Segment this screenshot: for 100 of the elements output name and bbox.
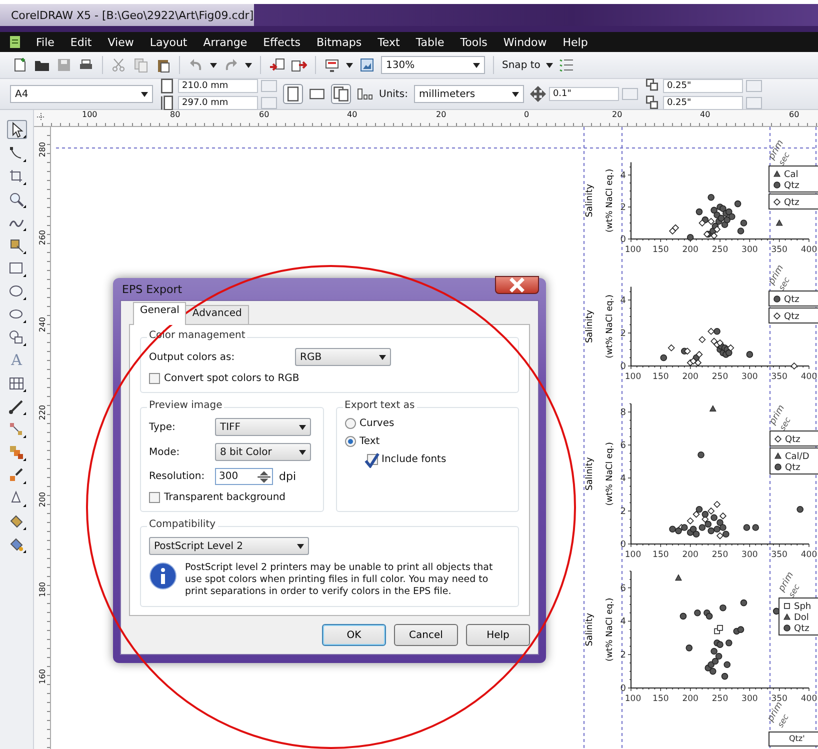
tick-label: 2 (620, 507, 626, 517)
legend-label: Qtz (785, 435, 800, 445)
menu-item[interactable]: Arrange (203, 36, 256, 48)
tick-label: 350 (771, 694, 788, 704)
radio-label: Curves (360, 418, 394, 429)
checkbox-label: Include fonts (382, 454, 446, 465)
group-heading: Preview image (147, 400, 224, 411)
field-label: Type: (149, 422, 176, 432)
group-heading: Export text as (342, 400, 417, 411)
tick-label: 350 (771, 550, 788, 560)
tab[interactable]: General (133, 302, 186, 325)
tick-label: 200 (682, 245, 698, 255)
tick-label: 300 (742, 245, 758, 255)
ruler-label: 180 (38, 582, 48, 598)
legend-label: Qtz (784, 312, 800, 322)
tick-label: 250 (712, 550, 728, 560)
checkbox-label: Convert spot colors to RGB (164, 373, 300, 384)
units-dropdown[interactable]: millimeters (414, 85, 524, 103)
field-label: Mode: (149, 446, 181, 458)
axis-title: (wt% NaCl eq.) (605, 294, 615, 358)
tick-label: 100 (624, 550, 642, 560)
tick-label: 4 (620, 171, 626, 181)
output-colors-dropdown[interactable]: RGB (295, 348, 391, 366)
tick-label: 4 (620, 474, 626, 484)
menu-item[interactable]: Tools (460, 36, 496, 48)
tick-label: 300 (742, 550, 758, 560)
field-label: Output colors as: (149, 352, 236, 362)
type-dropdown[interactable]: TIFF (215, 418, 311, 436)
duplicate-distance-field[interactable]: 0.25" (662, 96, 743, 110)
menu-item[interactable]: File (36, 36, 62, 48)
legend-label: Sph (794, 602, 812, 612)
tick-label: 150 (652, 694, 669, 704)
tick-label: 6 (620, 441, 626, 451)
snap-to-menu[interactable]: Snap to (502, 60, 540, 70)
tick-label: 4 (620, 617, 626, 628)
dialog-button[interactable]: OK (322, 624, 386, 646)
tick-label: 400 (800, 245, 818, 255)
radio-label: Text (360, 436, 380, 447)
ruler-label: 40 (347, 110, 358, 119)
tick-label: 0 (620, 235, 626, 245)
tick-label: 300 (742, 694, 758, 704)
menu-item[interactable]: Bitmaps (316, 36, 370, 48)
zoom-value: 130% (386, 60, 415, 70)
ruler-label: 80 (170, 110, 180, 119)
tick-label: 8 (620, 408, 626, 418)
resolution-field[interactable]: 300 (215, 468, 273, 485)
duplicate-distance-field[interactable]: 0.25" (662, 78, 743, 92)
ruler-label: 160 (38, 668, 48, 684)
dialog-button[interactable]: Cancel (394, 624, 458, 646)
tick-label: 150 (652, 245, 669, 255)
axis-title: (wt% NaCl eq.) (605, 442, 615, 506)
tick-label: 0 (620, 684, 626, 694)
tick-label: 250 (712, 372, 728, 382)
tick-label: 300 (742, 372, 758, 382)
tick-label: 200 (682, 372, 698, 382)
menu-item[interactable]: Window (503, 36, 555, 48)
dialog-button[interactable]: Help (466, 624, 530, 646)
ruler-label: 20 (436, 110, 446, 119)
page-size-dropdown[interactable]: A4 (10, 85, 153, 103)
tick-label: 2 (620, 203, 626, 213)
tick-label: 0 (620, 362, 626, 372)
ruler-label: 0 (524, 110, 530, 119)
legend-label: Qtz (784, 295, 800, 305)
compatibility-dropdown[interactable]: PostScript Level 2 (149, 537, 309, 555)
ruler-label: 220 (38, 404, 48, 420)
menu-item[interactable]: Text (378, 36, 408, 48)
legend-label: Cal (784, 170, 798, 180)
menu-item[interactable]: Layout (150, 36, 196, 48)
page-height-field[interactable]: 297.0 mm (178, 96, 258, 110)
field-label: Resolution: (149, 471, 206, 482)
tick-label: 6 (620, 584, 626, 594)
menu-item[interactable]: Edit (70, 36, 100, 48)
tab[interactable]: Advanced (185, 305, 249, 325)
tick-label: 0 (620, 540, 626, 550)
tick-label: 250 (712, 694, 728, 704)
dialog-title: EPS Export (121, 282, 182, 296)
ruler-label: 100 (82, 110, 98, 119)
tick-label: 350 (771, 372, 788, 382)
axis-title: (wt% NaCl eq.) (605, 598, 615, 662)
menu-item[interactable]: Effects (263, 36, 308, 48)
units-value: millimeters (418, 88, 476, 100)
tick-label: 200 (682, 694, 698, 704)
ruler-label: 240 (38, 316, 48, 332)
legend-label: Qtz (784, 198, 800, 208)
mode-dropdown[interactable]: 8 bit Color (215, 443, 311, 461)
tick-label: 350 (771, 245, 788, 255)
zoom-dropdown[interactable]: 130% (381, 56, 485, 74)
page-size-value: A4 (15, 88, 28, 100)
info-message: PostScript level 2 printers may be unable to print all objects that use spot colors when printing files in full color. You may need to print separations in order to verify colors in the EPS file. (185, 562, 494, 598)
tick-label: 100 (624, 694, 642, 704)
ruler-label: 280 (38, 142, 48, 158)
tick-label: 400 (800, 372, 818, 382)
window-title: CorelDRAW X5 - [B:\Geo\2922\Art\Fig09.cdr] (11, 8, 254, 22)
menu-item[interactable]: Help (562, 36, 596, 48)
page-width-field[interactable]: 210.0 mm (178, 78, 258, 92)
nudge-field[interactable]: 0.1" (548, 87, 619, 101)
legend-label: Qtz (794, 624, 810, 634)
menu-item[interactable]: View (108, 36, 142, 48)
menu-item[interactable]: Table (416, 36, 452, 48)
tick-label: 250 (712, 245, 728, 255)
